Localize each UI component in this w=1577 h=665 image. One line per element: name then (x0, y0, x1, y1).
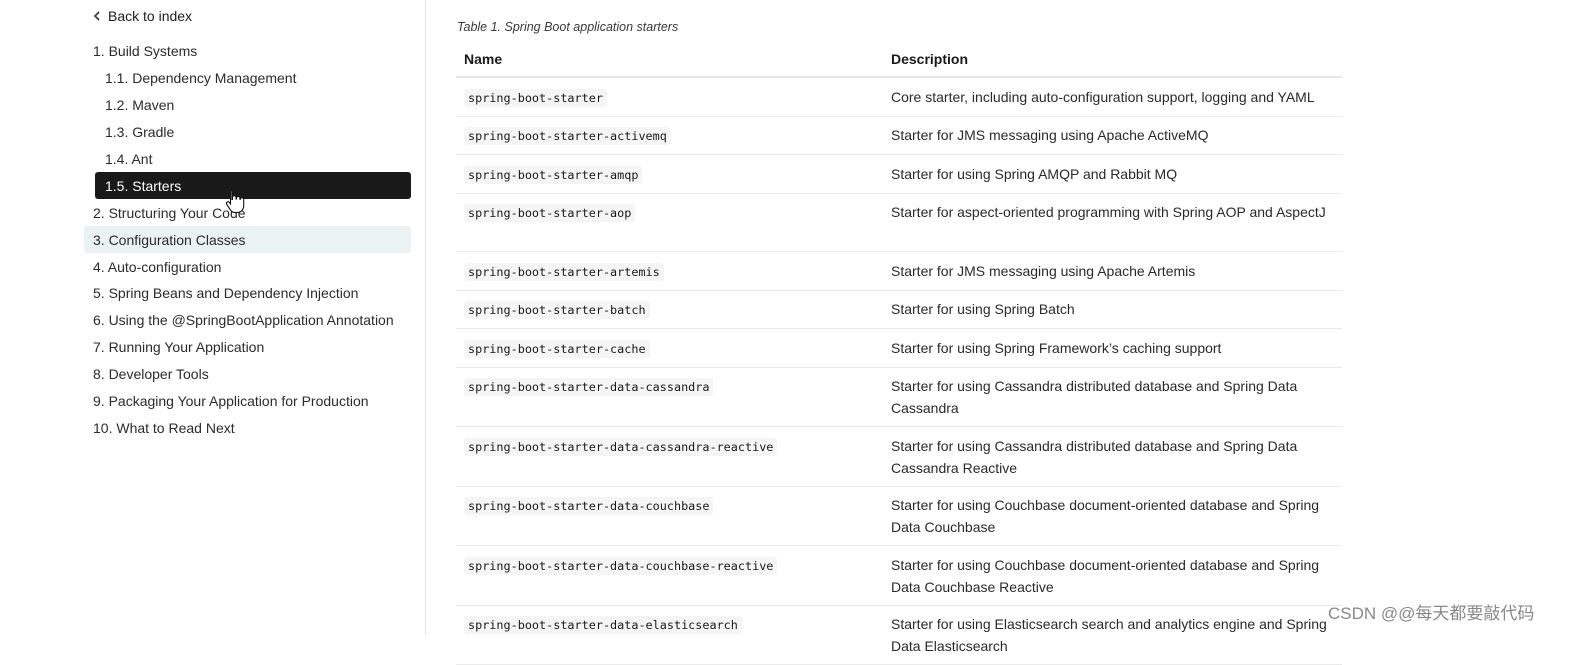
starter-description: Starter for using Couchbase document-ori… (883, 486, 1342, 547)
starter-name: spring-boot-starter (464, 88, 607, 107)
table-row: spring-boot-starter-data-cassandra-react… (456, 426, 1342, 487)
starter-name-cell: spring-boot-starter-data-cassandra (456, 367, 883, 428)
starter-name-cell: spring-boot-starter-aop (456, 193, 883, 253)
back-to-index-label: Back to index (108, 8, 193, 24)
starter-name: spring-boot-starter-activemq (464, 127, 671, 145)
column-header-description: Description (883, 42, 1342, 78)
column-header-name: Name (456, 42, 883, 78)
toc-item[interactable]: 1.3. Gradle (84, 119, 411, 146)
table-row: spring-boot-starter-data-couchbase Starte… (456, 486, 1342, 547)
starter-description: Starter for using Elasticsearch search a… (883, 605, 1342, 665)
hand-pointer-icon (225, 188, 245, 214)
back-to-index-link[interactable]: Back to index (92, 6, 192, 26)
starters-table: Name Description spring-boot-starter Core… (456, 42, 1342, 665)
starter-name: spring-boot-starter-data-couchbase (464, 497, 714, 516)
starter-name-cell: spring-boot-starter-cache (456, 328, 883, 368)
starter-name: spring-boot-starter-amqp (464, 165, 643, 184)
table-row: spring-boot-starter Core starter, includi… (456, 77, 1342, 117)
toc-item[interactable]: 2. Structuring Your Code (84, 199, 411, 226)
starter-name-cell: spring-boot-starter-activemq (456, 116, 883, 155)
starter-name-cell: spring-boot-starter-data-cassandra-react… (456, 426, 883, 487)
toc-item[interactable]: 8. Developer Tools (84, 361, 411, 388)
toc-item[interactable]: 9. Packaging Your Application for Produc… (84, 388, 411, 415)
table-row: spring-boot-starter-data-cassandra Starte… (456, 367, 1342, 428)
chevron-left-icon (93, 11, 100, 21)
starter-name-cell: spring-boot-starter-data-elasticsearch (456, 605, 883, 665)
starter-name-cell: spring-boot-starter-batch (456, 290, 883, 330)
table-row: spring-boot-starter-activemq Starter for … (456, 116, 1342, 155)
toc-item[interactable]: 7. Running Your Application (84, 334, 411, 361)
starter-name: spring-boot-starter-data-elasticsearch (464, 616, 742, 635)
sidebar-toc: Back to index 1. Build Systems 1.1. Depen… (0, 0, 426, 636)
table-caption: Table 1. Spring Boot application starter… (457, 20, 679, 34)
starter-description: Starter for JMS messaging using Apache A… (883, 251, 1342, 291)
starter-description: Starter for aspect-oriented programming … (883, 193, 1342, 253)
starter-name-cell: spring-boot-starter-data-couchbase-react… (456, 545, 883, 606)
starter-description: Starter for using Spring Framework’s cac… (883, 328, 1342, 368)
table-row: spring-boot-starter-artemis Starter for J… (456, 251, 1342, 291)
starter-description: Starter for JMS messaging using Apache A… (883, 116, 1342, 155)
starter-name-cell: spring-boot-starter-data-couchbase (456, 486, 883, 547)
table-row: spring-boot-starter-data-elasticsearch St… (456, 605, 1342, 665)
starter-name: spring-boot-starter-data-couchbase-react… (464, 556, 778, 575)
toc-item[interactable]: 4. Auto-configuration (84, 253, 411, 280)
toc-item[interactable]: 10. What to Read Next (84, 414, 411, 441)
starter-name: spring-boot-starter-artemis (464, 262, 664, 281)
toc-item[interactable]: 1. Build Systems (84, 38, 411, 65)
starter-description: Starter for using Cassandra distributed … (883, 367, 1342, 428)
starter-name: spring-boot-starter-aop (464, 204, 636, 222)
toc-list: 1. Build Systems 1.1. Dependency Manageme… (84, 38, 411, 441)
toc-item[interactable]: 1.4. Ant (84, 146, 411, 173)
toc-item[interactable]: 1.1. Dependency Management (84, 65, 411, 92)
table-row: spring-boot-starter-cache Starter for usi… (456, 328, 1342, 368)
starter-description: Core starter, including auto-configurati… (883, 77, 1342, 117)
table-row: spring-boot-starter-aop Starter for aspec… (456, 193, 1342, 253)
watermark: CSDN @@每天都要敲代码 (1328, 604, 1535, 623)
table-row: spring-boot-starter-amqp Starter for usin… (456, 154, 1342, 194)
starter-name-cell: spring-boot-starter (456, 77, 883, 117)
starter-description: Starter for using Couchbase document-ori… (883, 545, 1342, 606)
starter-name: spring-boot-starter-data-cassandra (464, 378, 714, 397)
starter-name-cell: spring-boot-starter-amqp (456, 154, 883, 194)
toc-item[interactable]: 5. Spring Beans and Dependency Injection (84, 280, 411, 307)
table-row: spring-boot-starter-data-couchbase-react… (456, 545, 1342, 606)
toc-item[interactable]: 1.2. Maven (84, 92, 411, 119)
starter-description: Starter for using Spring Batch (883, 290, 1342, 330)
starter-name-cell: spring-boot-starter-artemis (456, 251, 883, 291)
starter-name: spring-boot-starter-batch (464, 301, 650, 320)
table-row: spring-boot-starter-batch Starter for usi… (456, 290, 1342, 330)
toc-item[interactable]: 6. Using the @SpringBootApplication Anno… (84, 307, 411, 334)
toc-item[interactable]: 3. Configuration Classes (84, 226, 411, 254)
starter-name: spring-boot-starter-cache (464, 339, 650, 358)
toc-item[interactable]: 1.5. Starters (95, 172, 411, 200)
starter-name: spring-boot-starter-data-cassandra-react… (464, 437, 778, 456)
starter-description: Starter for using Spring AMQP and Rabbit… (883, 154, 1342, 194)
starter-description: Starter for using Cassandra distributed … (883, 426, 1342, 487)
